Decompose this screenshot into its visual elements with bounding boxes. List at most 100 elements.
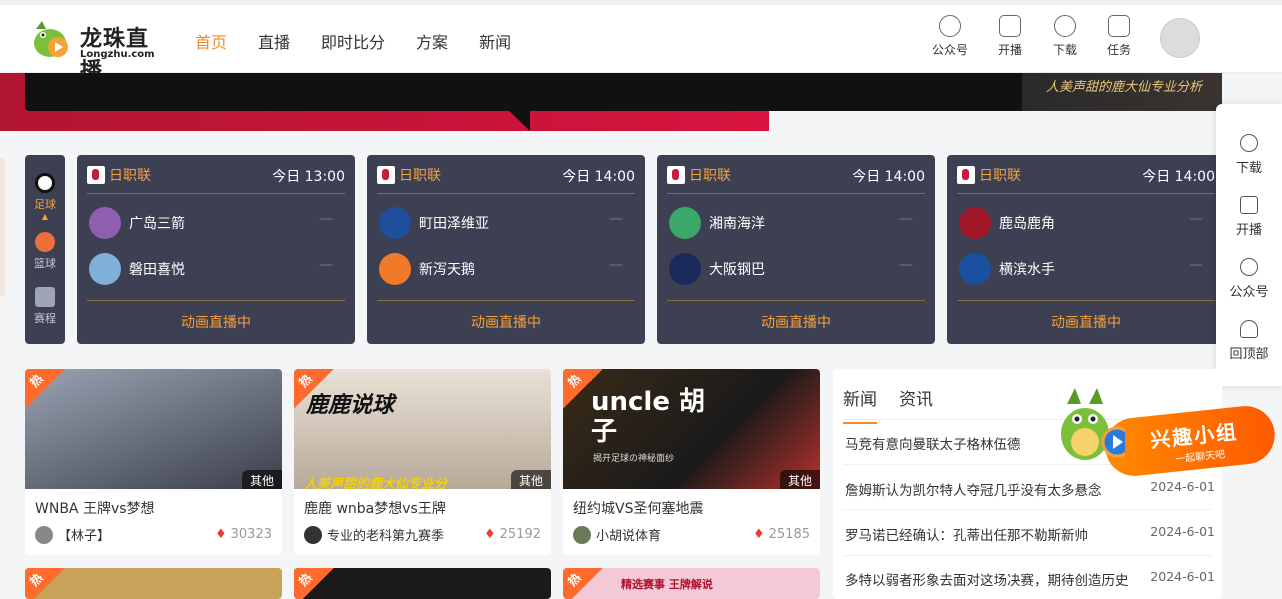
team-name: 町田泽维亚 — [419, 216, 489, 232]
team-name: 横滨水手 — [999, 262, 1055, 278]
match-card[interactable]: 日职联 今日 14:00 町田泽维亚 — 新泻天鹅 — 动画直播中 — [367, 155, 645, 344]
soccer-ball-icon — [35, 173, 55, 193]
team-crest-icon — [959, 207, 991, 239]
sport-tab-label: 赛程 — [34, 312, 56, 325]
fire-icon: ♦ — [752, 527, 765, 542]
nav-plans[interactable]: 方案 — [416, 29, 448, 53]
hot-badge: 热 — [294, 568, 334, 599]
home-team: 町田泽维亚 — — [379, 207, 623, 239]
sport-tab-basketball[interactable]: 篮球 — [25, 232, 65, 271]
float-backtotop-button[interactable]: 回顶部 — [1216, 320, 1282, 362]
news-title: 罗马诺已经确认：孔蒂出任那不勒斯新帅 — [845, 528, 1088, 544]
video-author[interactable]: 【林子】 — [35, 525, 110, 544]
fire-icon: ♦ — [483, 527, 496, 542]
match-card[interactable]: 日职联 今日 14:00 湘南海洋 — 大阪钢巴 — 动画直播中 — [657, 155, 935, 344]
team-name: 广岛三箭 — [129, 216, 185, 232]
match-league: 日职联 — [399, 168, 441, 184]
nav-news[interactable]: 新闻 — [479, 29, 511, 53]
hot-badge: 热 — [25, 568, 65, 599]
team-score: — — [609, 211, 623, 227]
banner-shape — [470, 73, 530, 131]
team-crest-icon — [669, 253, 701, 285]
divider — [667, 300, 925, 301]
video-views: ♦ 25192 — [483, 527, 541, 542]
video-author[interactable]: 专业的老科第九赛季 — [304, 525, 444, 544]
wechat-icon — [939, 15, 961, 37]
floating-toolbar: 下载 开播 公众号 回顶部 — [1216, 104, 1282, 386]
match-card[interactable]: 日职联 今日 13:00 广岛三箭 — 磐田喜悦 — 动画直播中 — [77, 155, 355, 344]
divider — [377, 300, 635, 301]
sport-tab-label: 篮球 — [34, 257, 56, 270]
nav-home[interactable]: 首页 — [195, 29, 227, 53]
news-date: 2024-6-01 — [1150, 569, 1215, 584]
team-name: 大阪钢巴 — [709, 262, 765, 278]
video-card[interactable]: 热 — [25, 568, 282, 599]
interest-group-badge[interactable]: 兴趣小组 一起聊天吧 — [1055, 374, 1278, 499]
download-icon — [1240, 134, 1258, 152]
tab-info[interactable]: 资讯 — [899, 385, 933, 410]
float-download-button[interactable]: 下载 — [1216, 134, 1282, 176]
author-name: 小胡说体育 — [596, 529, 662, 544]
header-wechat-button[interactable]: 公众号 — [930, 15, 970, 58]
hot-badge: 热 — [25, 369, 65, 409]
video-views: ♦ 30323 — [214, 527, 272, 542]
video-title[interactable]: WNBA 王牌vs梦想 — [35, 498, 275, 518]
news-title: 马竞有意向曼联太子格林伍德 — [845, 437, 1021, 453]
team-score: — — [899, 211, 913, 227]
video-card[interactable]: 热 其他 WNBA 王牌vs梦想 【林子】 ♦ 30323 — [25, 369, 282, 555]
team-score: — — [609, 257, 623, 273]
tab-news[interactable]: 新闻 — [843, 385, 877, 424]
float-wechat-button[interactable]: 公众号 — [1216, 258, 1282, 300]
divider — [957, 193, 1215, 194]
team-score: — — [899, 257, 913, 273]
video-title[interactable]: 纽约城VS圣何塞地震 — [573, 498, 813, 518]
jleague-icon — [667, 166, 685, 184]
user-avatar[interactable] — [1160, 18, 1200, 58]
sport-tab-schedule[interactable]: 赛程 — [25, 287, 65, 326]
video-author[interactable]: 小胡说体育 — [573, 525, 661, 544]
header-task-button[interactable]: 任务 — [1099, 15, 1139, 58]
news-item[interactable]: 多特以弱者形象去面对这场决赛，期待创造历史 2024-6-01 — [845, 569, 1215, 589]
sport-tab-soccer[interactable]: 足球 ▲ — [25, 173, 65, 221]
team-score: — — [1189, 257, 1203, 273]
team-score: — — [319, 257, 333, 273]
nav-scores[interactable]: 即时比分 — [321, 29, 385, 53]
team-crest-icon — [89, 253, 121, 285]
thumbnail-text: uncle 胡子 — [591, 387, 706, 447]
match-league: 日职联 — [979, 168, 1021, 184]
match-live-status[interactable]: 动画直播中 — [367, 312, 645, 332]
float-broadcast-button[interactable]: 开播 — [1216, 196, 1282, 238]
team-crest-icon — [379, 253, 411, 285]
header-broadcast-button[interactable]: 开播 — [990, 15, 1030, 58]
divider — [957, 300, 1215, 301]
video-card[interactable]: uncle 胡子 揭开足球の神秘面纱 热 其他 纽约城VS圣何塞地震 小胡说体育… — [563, 369, 820, 555]
team-score: — — [1189, 211, 1203, 227]
video-title[interactable]: 鹿鹿 wnba梦想vs王牌 — [304, 498, 544, 518]
match-live-status[interactable]: 动画直播中 — [657, 312, 935, 332]
camera-icon — [1240, 196, 1258, 214]
site-logo[interactable]: 龙珠直播 Longzhu.com — [28, 13, 168, 84]
video-card[interactable]: 鹿鹿说球 人美声甜的鹿大仙专业分 热 其他 鹿鹿 wnba梦想vs王牌 专业的老… — [294, 369, 551, 555]
float-label: 公众号 — [1229, 285, 1269, 300]
match-live-status[interactable]: 动画直播中 — [947, 312, 1225, 332]
team-crest-icon — [379, 207, 411, 239]
video-card[interactable]: 热 — [294, 568, 551, 599]
author-avatar — [573, 525, 591, 544]
site-header: 龙珠直播 Longzhu.com 首页 直播 即时比分 方案 新闻 公众号 开播… — [0, 5, 1282, 84]
news-item[interactable]: 罗马诺已经确认：孔蒂出任那不勒斯新帅 2024-6-01 — [845, 524, 1215, 544]
match-card[interactable]: 日职联 今日 14:00 鹿岛鹿角 — 横滨水手 — 动画直播中 — [947, 155, 1225, 344]
match-time: 今日 13:00 — [272, 169, 345, 185]
video-card[interactable]: 精选赛事 王牌解说 热 — [563, 568, 820, 599]
nav-live[interactable]: 直播 — [258, 29, 290, 53]
sport-tabs: 足球 ▲ 篮球 赛程 — [25, 155, 65, 344]
header-download-button[interactable]: 下载 — [1045, 15, 1085, 58]
match-league: 日职联 — [689, 168, 731, 184]
header-wechat-label: 公众号 — [931, 43, 968, 57]
banner-slogan: 人美声甜的鹿大仙专业分析 — [1022, 73, 1222, 111]
jleague-icon — [377, 166, 395, 184]
dragon-logo-icon — [34, 21, 68, 57]
header-broadcast-label: 开播 — [997, 43, 1022, 57]
video-views: ♦ 25185 — [752, 527, 810, 542]
hot-badge: 热 — [563, 369, 603, 409]
match-live-status[interactable]: 动画直播中 — [77, 312, 355, 332]
